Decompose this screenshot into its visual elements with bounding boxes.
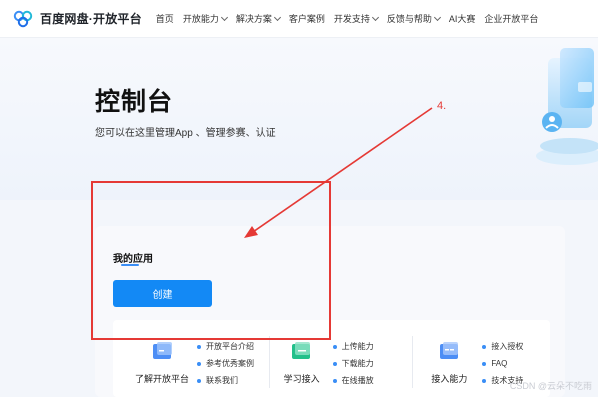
annotation-number: 4. [437,100,447,112]
annotation-arrow-icon [244,107,433,238]
watermark: CSDN @云朵不吃雨 [509,381,592,391]
